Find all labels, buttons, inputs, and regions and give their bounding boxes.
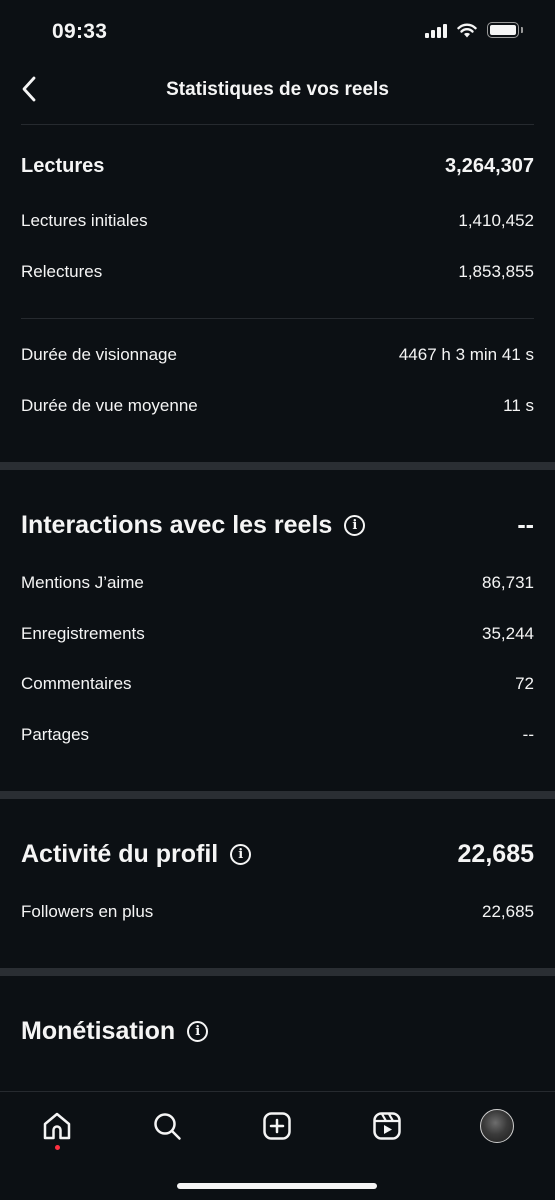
stat-value: 11 s xyxy=(503,396,534,415)
nav-search[interactable] xyxy=(147,1106,187,1146)
stat-value: 35,244 xyxy=(482,624,534,643)
section-divider xyxy=(21,318,534,319)
stat-row: Lectures initiales 1,410,452 xyxy=(21,209,534,233)
stat-row: Mentions J’aime 86,731 xyxy=(21,571,534,595)
section-separator xyxy=(0,462,555,470)
stat-value: 22,685 xyxy=(482,902,534,921)
profile-activity-total-row: Activité du profil i 22,685 xyxy=(21,837,534,871)
navigation-header: Statistiques de vos reels xyxy=(0,62,555,118)
battery-icon xyxy=(487,22,523,38)
status-time: 09:33 xyxy=(52,20,108,43)
nav-home[interactable] xyxy=(37,1106,77,1146)
stat-value: 1,853,855 xyxy=(458,262,534,281)
stat-label: Durée de visionnage xyxy=(21,345,177,364)
stat-label: Commentaires xyxy=(21,674,132,693)
interactions-label: Interactions avec les reels xyxy=(21,510,333,539)
lectures-total-row: Lectures 3,264,307 xyxy=(21,152,534,180)
stat-label: Enregistrements xyxy=(21,624,145,643)
interactions-value: -- xyxy=(517,510,534,539)
profile-avatar xyxy=(480,1109,514,1143)
lectures-label: Lectures xyxy=(21,154,105,177)
info-icon[interactable]: i xyxy=(230,843,252,865)
stat-label: Partages xyxy=(21,725,90,744)
notification-dot xyxy=(55,1145,60,1150)
lectures-value: 3,264,307 xyxy=(445,154,534,177)
stat-label: Mentions J’aime xyxy=(21,573,144,592)
section-separator xyxy=(0,791,555,799)
stat-value: -- xyxy=(522,725,534,744)
info-icon[interactable]: i xyxy=(187,1020,209,1042)
status-icons xyxy=(425,22,523,38)
nav-profile[interactable] xyxy=(477,1106,517,1146)
nav-create[interactable] xyxy=(257,1106,297,1146)
section-separator xyxy=(0,968,555,976)
stat-row: Commentaires 72 xyxy=(21,672,534,696)
stat-value: 1,410,452 xyxy=(458,211,534,230)
wifi-icon xyxy=(457,23,477,37)
stat-label: Relectures xyxy=(21,262,103,281)
stat-row: Enregistrements 35,244 xyxy=(21,622,534,646)
stat-label: Lectures initiales xyxy=(21,211,148,230)
stat-value: 72 xyxy=(515,674,534,693)
cellular-signal-icon xyxy=(425,22,447,38)
stat-value: 86,731 xyxy=(482,573,534,592)
profile-activity-label: Activité du profil xyxy=(21,839,219,868)
stat-value: 4467 h 3 min 41 s xyxy=(398,345,534,364)
search-icon xyxy=(154,1113,181,1140)
stat-row: Partages -- xyxy=(21,723,534,747)
stat-row: Followers en plus 22,685 xyxy=(21,900,534,924)
home-indicator xyxy=(177,1183,377,1189)
stat-label: Durée de vue moyenne xyxy=(21,396,198,415)
create-icon xyxy=(263,1112,291,1140)
stat-row: Relectures 1,853,855 xyxy=(21,260,534,284)
monetisation-header-row: Monétisation i xyxy=(21,1014,534,1048)
page-title: Statistiques de vos reels xyxy=(166,79,389,100)
profile-activity-value: 22,685 xyxy=(457,839,534,868)
header-divider xyxy=(21,124,534,125)
stat-row: Durée de vue moyenne 11 s xyxy=(21,394,534,418)
home-icon xyxy=(43,1112,71,1140)
status-bar: 09:33 xyxy=(0,0,555,62)
nav-reels[interactable] xyxy=(367,1106,407,1146)
stat-label: Followers en plus xyxy=(21,902,154,921)
interactions-total-row: Interactions avec les reels i -- xyxy=(21,508,534,542)
monetisation-label: Monétisation xyxy=(21,1016,176,1045)
info-icon[interactable]: i xyxy=(344,514,366,536)
reels-icon xyxy=(373,1112,401,1140)
stat-row: Durée de visionnage 4467 h 3 min 41 s xyxy=(21,343,534,367)
